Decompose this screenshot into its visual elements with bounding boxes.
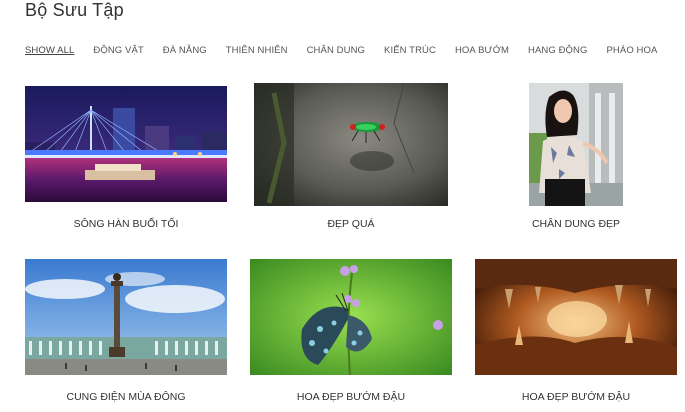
gallery-caption: CUNG ĐIỆN MÙA ĐÔNG	[66, 391, 186, 403]
gallery-caption: SÔNG HÀN BUỔI TỐI	[73, 218, 179, 230]
gallery-caption: HOA ĐẸP BƯỚM ĐẬU	[521, 391, 631, 403]
page-title: Bộ Sưu Tập	[25, 0, 124, 20]
gallery-caption: ĐẸP QUÁ	[327, 218, 375, 230]
filter-bar: SHOW ALL ĐỘNG VẬT ĐÀ NẴNG THIÊN NHIÊN CH…	[25, 45, 676, 59]
filter-show-all[interactable]: SHOW ALL	[25, 45, 74, 59]
gallery-image-butterfly[interactable]	[250, 259, 452, 375]
gallery-caption: CHÂN DUNG ĐẸP	[531, 218, 621, 230]
gallery-image-cave[interactable]	[475, 259, 677, 375]
filter-fireworks[interactable]: PHÁO HOA	[606, 45, 657, 59]
filter-portrait[interactable]: CHÂN DUNG	[307, 45, 365, 59]
filter-architecture[interactable]: KIẾN TRÚC	[384, 45, 436, 59]
gallery-image-winter-palace[interactable]	[25, 259, 227, 375]
filter-butterfly-flower[interactable]: HOA BƯỚM	[455, 45, 509, 59]
filter-cave[interactable]: HANG ĐỘNG	[528, 45, 588, 59]
filter-animals[interactable]: ĐỘNG VẬT	[93, 45, 143, 59]
filter-da-nang[interactable]: ĐÀ NẴNG	[163, 45, 207, 59]
gallery-image-portrait[interactable]	[529, 83, 623, 206]
gallery-image-han-river[interactable]	[25, 86, 227, 202]
gallery-caption: HOA ĐẸP BƯỚM ĐẬU	[296, 391, 406, 403]
filter-nature[interactable]: THIÊN NHIÊN	[226, 45, 288, 59]
gallery-image-beetle[interactable]	[254, 83, 448, 206]
